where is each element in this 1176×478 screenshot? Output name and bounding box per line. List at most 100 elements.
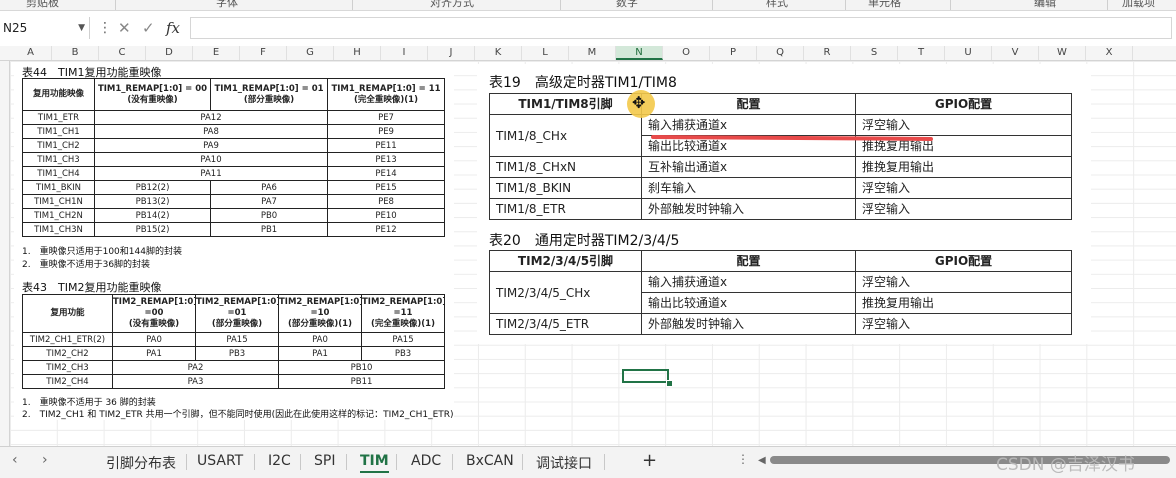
table-cell: 推挽复用输出 <box>855 156 1072 178</box>
table-cell: TIM2_CH4 <box>22 374 113 389</box>
table19-caption: 表19 高级定时器TIM1/TIM8 <box>489 75 677 91</box>
column-header-l[interactable]: L <box>522 46 569 60</box>
scroll-left-icon[interactable]: ◀ <box>758 455 766 466</box>
more-sheets-icon[interactable]: ⋮ <box>737 452 749 466</box>
next-sheet-icon[interactable]: › <box>42 452 48 468</box>
table-cell: TIM2/3/4/5_ETR <box>489 313 642 335</box>
table-cell: 浮空输入 <box>855 271 1072 293</box>
table19-header-cell: GPIO配置 <box>855 93 1072 115</box>
table-row: TIM1_CH2N PB14(2) PB0 PE10 <box>22 208 446 223</box>
table-cell: PA2 <box>112 360 279 375</box>
selected-cell[interactable] <box>622 369 669 383</box>
tab-usart[interactable]: USART <box>197 453 243 469</box>
column-header-p[interactable]: P <box>710 46 757 60</box>
tab-i2c[interactable]: I2C <box>268 453 291 469</box>
table-cell: PA15 <box>361 332 445 347</box>
table43-note: 2. TIM2_CH1 和 TIM2_ETR 共用一个引脚，但不能同时使用(因此… <box>22 410 454 420</box>
column-header-i[interactable]: I <box>381 46 428 60</box>
column-header-v[interactable]: V <box>992 46 1039 60</box>
table-cell: PB1 <box>210 222 329 237</box>
column-header-r[interactable]: R <box>804 46 851 60</box>
table-cell: TIM1_CH3N <box>22 222 95 237</box>
tab-pin-distribution[interactable]: 引脚分布表 <box>106 453 176 473</box>
table-cell: PE13 <box>327 152 446 167</box>
ribbon-label-addins: 加载项 <box>1122 0 1155 9</box>
table44-header-cell: TIM1_REMAP[1:0] = 00 (没有重映像) <box>93 78 212 111</box>
table-cell: TIM1_CH2N <box>22 208 95 223</box>
column-header-j[interactable]: J <box>428 46 475 60</box>
tab-debug-interface[interactable]: 调试接口 <box>536 453 592 473</box>
column-header-o[interactable]: O <box>663 46 710 60</box>
tab-tim[interactable]: TIM <box>360 453 389 473</box>
table-cell: 浮空输入 <box>855 198 1072 220</box>
tab-spi[interactable]: SPI <box>314 453 335 469</box>
ribbon-label-cells: 单元格 <box>868 0 901 9</box>
column-header-u[interactable]: U <box>945 46 992 60</box>
column-header-s[interactable]: S <box>851 46 898 60</box>
table-row: TIM2_CH4 PA3 PB11 <box>22 374 445 389</box>
table-cell: 刹车输入 <box>641 177 856 199</box>
add-sheet-button[interactable]: + <box>642 450 657 471</box>
insert-function-icon[interactable]: fx <box>166 17 180 39</box>
column-header-k[interactable]: K <box>475 46 522 60</box>
column-header-w[interactable]: W <box>1039 46 1086 60</box>
column-header-g[interactable]: G <box>287 46 334 60</box>
column-header-f[interactable]: F <box>240 46 287 60</box>
table-cell: TIM2_CH3 <box>22 360 113 375</box>
table-cell: 浮空输入 <box>855 114 1072 136</box>
name-box[interactable]: N25 ▼ <box>0 17 90 39</box>
table-cell: TIM1_CH3 <box>22 152 95 167</box>
table-cell: PA12 <box>93 110 329 125</box>
ribbon-label-font: 字体 <box>216 0 238 9</box>
ribbon-label-styles: 样式 <box>766 0 788 9</box>
table20-caption: 表20 通用定时器TIM2/3/4/5 <box>489 233 680 249</box>
column-header-q[interactable]: Q <box>757 46 804 60</box>
column-header-x[interactable]: X <box>1086 46 1133 60</box>
table-cell: PB0 <box>210 208 329 223</box>
table-cell: PA1 <box>112 346 196 361</box>
table-cell: 输出比较通道x <box>641 292 856 314</box>
table43-header-cell: TIM2_REMAP[1:0] =10 (部分重映像)(1) <box>278 294 362 333</box>
column-header-n[interactable]: N <box>616 46 663 60</box>
table-cell: PA8 <box>93 124 329 139</box>
column-header-h[interactable]: H <box>334 46 381 60</box>
table19: TIM1/TIM8引脚 配置 GPIO配置 TIM1/8_CHx 输入捕获通道x 浮… <box>489 93 1072 220</box>
table-cell: TIM1_CH2 <box>22 138 95 153</box>
column-header-b[interactable]: B <box>52 46 99 60</box>
column-header-d[interactable]: D <box>146 46 193 60</box>
prev-sheet-icon[interactable]: ‹ <box>12 452 18 468</box>
table-row: TIM1_CH1N PB13(2) PA7 PE8 <box>22 194 446 209</box>
chevron-down-icon[interactable]: ▼ <box>78 17 85 39</box>
table-cell: PB15(2) <box>93 222 212 237</box>
table-cell: PA6 <box>210 180 329 195</box>
table-cell: TIM2_CH2 <box>22 346 113 361</box>
more-options-icon[interactable]: ⋮ <box>98 17 112 39</box>
table-row: TIM2/3/4/5_CHx 输入捕获通道x 浮空输入 <box>489 271 1072 314</box>
column-header-t[interactable]: T <box>898 46 945 60</box>
column-header-c[interactable]: C <box>99 46 146 60</box>
table19-header-cell: 配置 <box>641 93 856 115</box>
table-row: TIM1_CH2 PA9 PE11 <box>22 138 446 153</box>
tab-adc[interactable]: ADC <box>411 453 441 469</box>
table-cell: 外部触发时钟输入 <box>641 198 856 220</box>
table-row: TIM1_CH1 PA8 PE9 <box>22 124 446 139</box>
column-headers: ABCDEFGHIJKLMNOPQRSTUVWX <box>0 46 1176 61</box>
gpio-config-image[interactable]: 表19 高级定时器TIM1/TIM8 TIM1/TIM8引脚 配置 GPIO配置… <box>477 64 1091 344</box>
table44-note: 1. 重映像只适用于100和144脚的封装 <box>22 247 182 257</box>
table-cell: TIM1/8_CHx <box>489 114 642 157</box>
formula-input[interactable] <box>190 17 1172 39</box>
column-header-m[interactable]: M <box>569 46 616 60</box>
column-header-a[interactable]: A <box>10 46 52 60</box>
remap-tables-image[interactable]: 表44 TIM1复用功能重映像 复用功能映像 TIM1_REMAP[1:0] =… <box>14 62 454 420</box>
table-cell: PB10 <box>278 360 445 375</box>
table-cell: TIM1_BKIN <box>22 180 95 195</box>
formula-bar: N25 ▼ ⋮ ✕ ✓ fx <box>0 16 1176 42</box>
table44-note: 2. 重映像不适用于36脚的封装 <box>22 260 151 270</box>
table43: 复用功能 TIM2_REMAP[1:0] =00 (没有重映像) TIM2_RE… <box>22 294 445 389</box>
fill-handle[interactable] <box>666 380 673 387</box>
column-header-e[interactable]: E <box>193 46 240 60</box>
enter-icon[interactable]: ✓ <box>142 17 155 39</box>
tab-bxcan[interactable]: BxCAN <box>466 453 514 469</box>
cancel-icon[interactable]: ✕ <box>118 17 131 39</box>
table-cell: TIM1_CH4 <box>22 166 95 181</box>
